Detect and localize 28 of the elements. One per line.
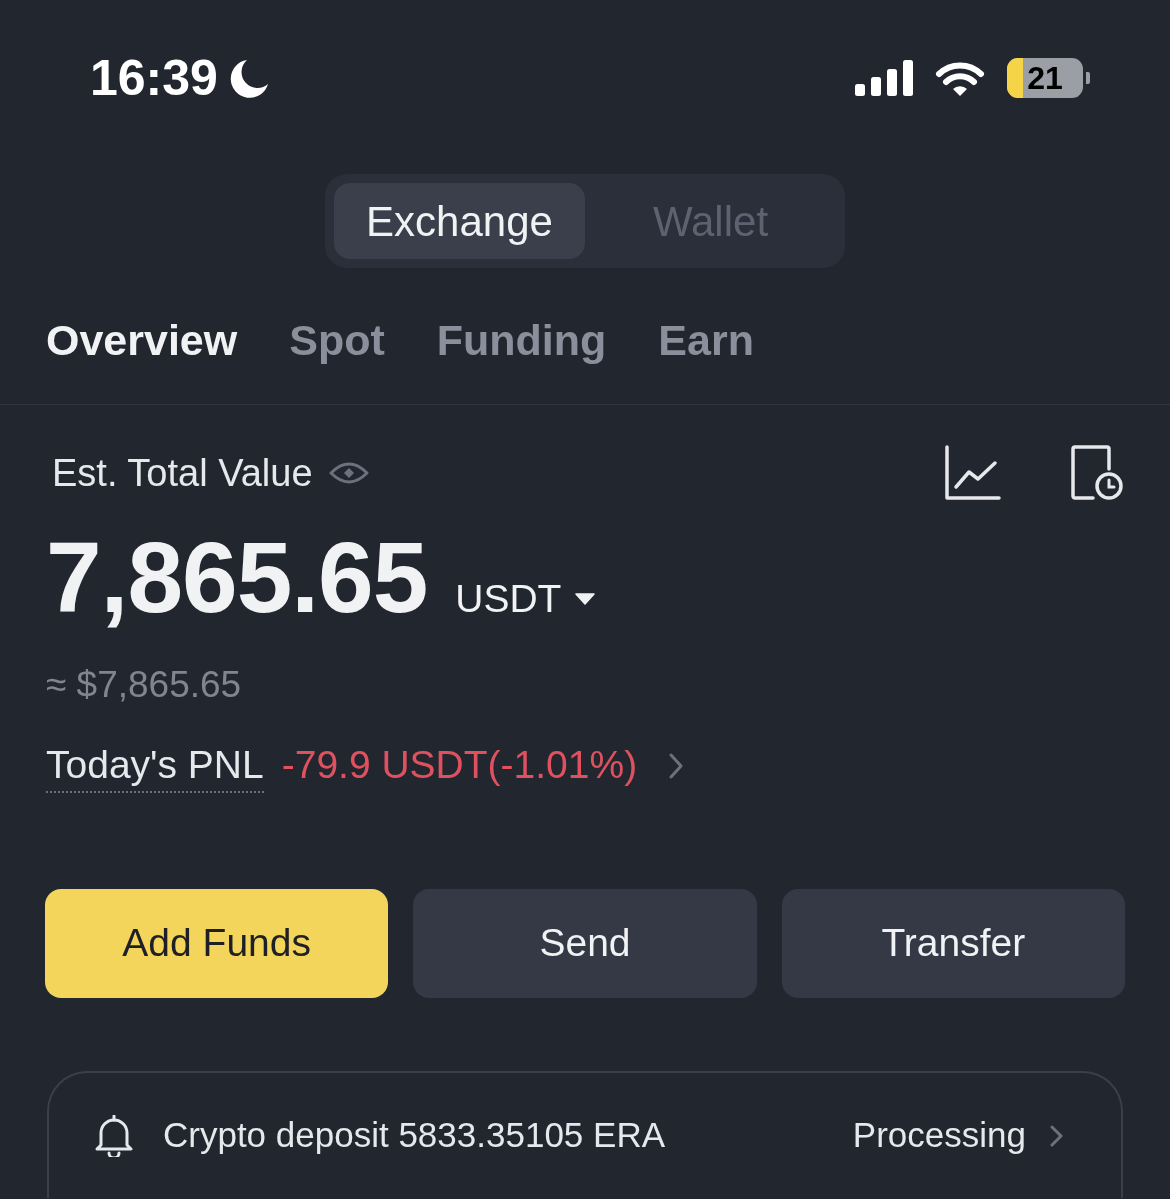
action-button[interactable]: Transfer bbox=[781, 889, 1125, 998]
line-chart-icon[interactable] bbox=[945, 445, 1001, 501]
bell-icon bbox=[95, 1114, 133, 1157]
tab[interactable]: Earn bbox=[658, 318, 754, 362]
document-clock-icon[interactable] bbox=[1071, 445, 1123, 501]
total-value-label: Est. Total Value bbox=[52, 454, 313, 492]
wifi-icon bbox=[935, 60, 985, 96]
deposit-status: Processing bbox=[852, 1114, 1026, 1157]
tab[interactable]: Overview bbox=[46, 318, 238, 362]
moon-icon bbox=[229, 58, 270, 98]
mode-tab[interactable]: Exchange bbox=[334, 183, 585, 259]
pnl-label[interactable]: Today's PNL bbox=[46, 743, 264, 793]
action-button[interactable]: Add Funds bbox=[45, 889, 389, 998]
tab[interactable]: Spot bbox=[289, 318, 385, 362]
clock-time: 16:39 bbox=[90, 52, 218, 104]
signal-icon bbox=[855, 60, 913, 96]
pnl-value: -79.9 USDT(-1.01%) bbox=[281, 743, 638, 787]
tab[interactable]: Funding bbox=[436, 318, 607, 362]
deposit-notice-card[interactable]: Crypto deposit 5833.35105 ERA Processing bbox=[47, 1071, 1123, 1198]
currency-selector[interactable]: USDT bbox=[455, 579, 596, 618]
caret-down-icon bbox=[575, 592, 596, 605]
action-button[interactable]: Send bbox=[413, 889, 757, 998]
eye-icon[interactable] bbox=[328, 460, 369, 486]
fiat-value: ≈ $7,865.65 bbox=[46, 663, 242, 707]
chevron-right-icon bbox=[1050, 1124, 1063, 1147]
deposit-notice-text: Crypto deposit 5833.35105 ERA bbox=[163, 1114, 665, 1157]
total-value-amount: 7,865.65 bbox=[46, 527, 428, 627]
chevron-right-icon[interactable] bbox=[669, 753, 684, 779]
